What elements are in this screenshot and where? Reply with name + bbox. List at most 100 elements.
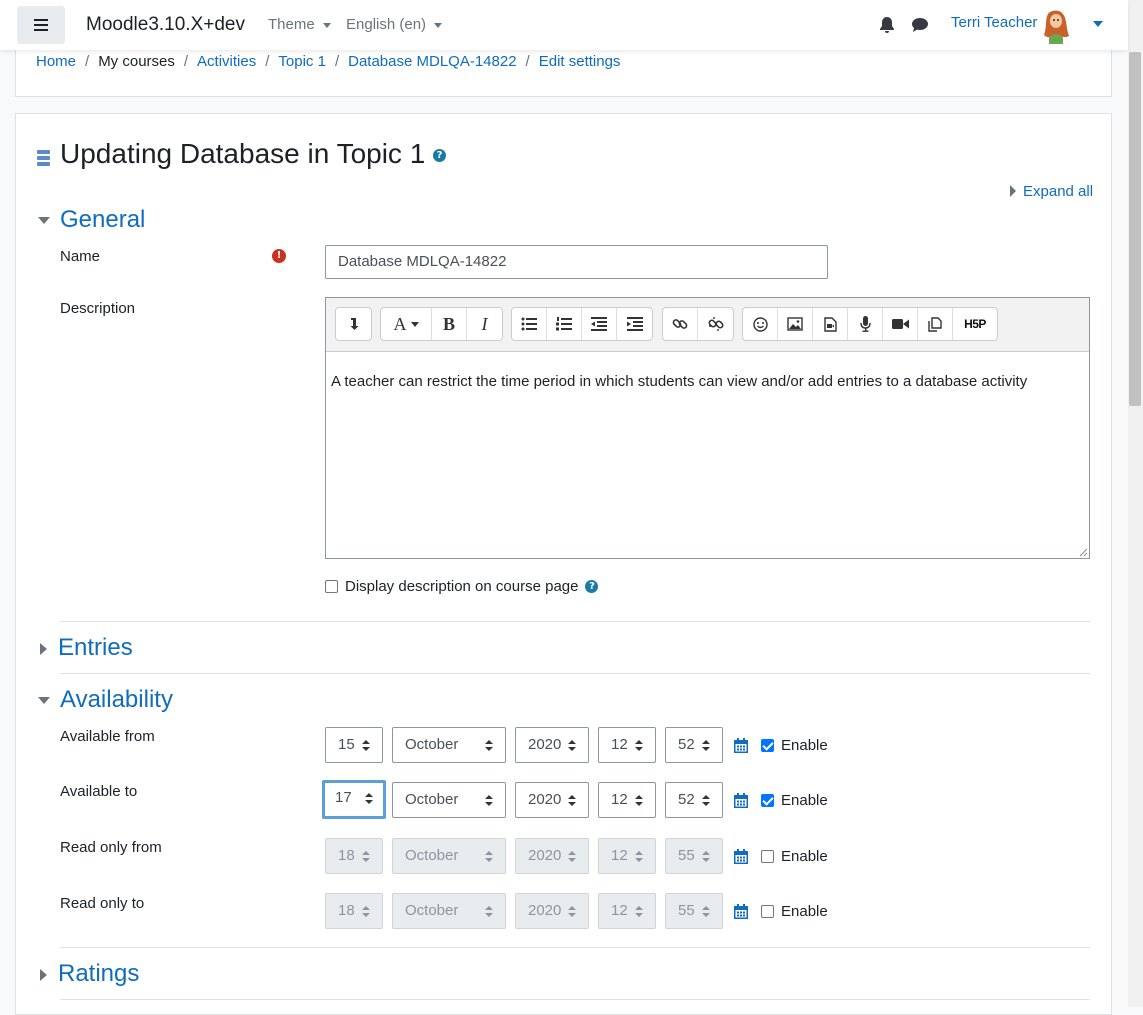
- select-arrows-icon: [362, 906, 370, 917]
- section-availability-toggle[interactable]: Availability: [38, 686, 173, 714]
- video-camera-icon: [891, 319, 909, 329]
- available-from-hour-select[interactable]: 12: [598, 727, 656, 763]
- calendar-icon[interactable]: [734, 738, 748, 753]
- toolbar-group-collapse: [335, 307, 372, 341]
- page-title: Updating Database in Topic 1 ?: [60, 138, 447, 170]
- link-button[interactable]: [663, 308, 698, 340]
- indent-button[interactable]: [617, 308, 652, 340]
- caret-down-icon: [434, 22, 443, 28]
- select-arrows-icon: [568, 740, 576, 751]
- resize-handle-icon[interactable]: [1078, 547, 1088, 557]
- language-menu[interactable]: English (en): [346, 16, 443, 33]
- display-description-checkbox[interactable]: [325, 580, 338, 593]
- breadcrumb-edit-settings[interactable]: Edit settings: [539, 53, 621, 70]
- display-description-label: Display description on course page: [345, 578, 579, 595]
- select-arrows-icon: [485, 740, 493, 751]
- read-only-to-enable[interactable]: Enable: [761, 903, 828, 920]
- user-avatar[interactable]: [1038, 8, 1074, 44]
- calendar-icon[interactable]: [734, 793, 748, 808]
- breadcrumb-topic[interactable]: Topic 1: [278, 53, 326, 70]
- divider: [60, 673, 1090, 674]
- menu-toggle-button[interactable]: [17, 6, 65, 44]
- caret-down-icon: [38, 217, 50, 225]
- bold-button[interactable]: B: [432, 308, 467, 340]
- select-arrows-icon: [568, 851, 576, 862]
- read-only-to-label: Read only to: [60, 895, 145, 912]
- messages-icon[interactable]: [911, 17, 929, 33]
- available-from-month-select[interactable]: October: [392, 727, 506, 763]
- description-editor: A B I H5P A teacher can restrict the tim…: [325, 297, 1090, 559]
- hamburger-icon: [34, 24, 48, 26]
- read-only-from-minute-select: 55: [665, 838, 723, 874]
- select-arrows-icon: [485, 906, 493, 917]
- available-to-label: Available to: [60, 783, 138, 800]
- breadcrumb-activities[interactable]: Activities: [197, 53, 256, 70]
- unordered-list-button[interactable]: [512, 308, 547, 340]
- italic-button[interactable]: I: [467, 308, 502, 340]
- available-to-enable[interactable]: Enable: [761, 792, 828, 809]
- image-button[interactable]: [778, 308, 813, 340]
- read-only-from-enable-checkbox[interactable]: [761, 850, 774, 863]
- display-description-checkbox-row[interactable]: Display description on course page ?: [325, 578, 599, 595]
- select-arrows-icon: [485, 851, 493, 862]
- select-arrows-icon: [635, 906, 643, 917]
- user-menu-caret-icon[interactable]: [1093, 21, 1103, 27]
- calendar-icon[interactable]: [734, 849, 748, 864]
- available-from-enable-checkbox[interactable]: [761, 739, 774, 752]
- available-to-hour-select[interactable]: 12: [598, 782, 656, 818]
- name-input[interactable]: Database MDLQA-14822: [325, 245, 828, 279]
- theme-menu[interactable]: Theme: [268, 16, 331, 33]
- read-only-to-year-select: 2020: [515, 893, 589, 929]
- section-general-toggle[interactable]: General: [38, 206, 145, 234]
- show-more-buttons[interactable]: [336, 308, 371, 340]
- site-name[interactable]: Moodle3.10.X+dev: [86, 14, 245, 36]
- toolbar-group-links: [662, 307, 734, 341]
- unlink-button[interactable]: [698, 308, 733, 340]
- ordered-list-button[interactable]: [547, 308, 582, 340]
- description-content[interactable]: A teacher can restrict the time period i…: [331, 373, 1027, 390]
- read-only-from-month-select: October: [392, 838, 506, 874]
- available-from-day-select[interactable]: 15: [325, 727, 383, 763]
- select-arrows-icon: [702, 851, 710, 862]
- scrollbar-thumb[interactable]: [1129, 52, 1141, 406]
- read-only-to-enable-checkbox[interactable]: [761, 905, 774, 918]
- breadcrumb-database[interactable]: Database MDLQA-14822: [348, 53, 516, 70]
- notification-bell-icon[interactable]: [879, 16, 895, 33]
- select-arrows-icon: [702, 906, 710, 917]
- available-to-year-select[interactable]: 2020: [515, 782, 589, 818]
- breadcrumb-home[interactable]: Home: [36, 53, 76, 70]
- read-only-from-enable[interactable]: Enable: [761, 848, 828, 865]
- select-arrows-icon: [635, 851, 643, 862]
- section-ratings-toggle[interactable]: Ratings: [38, 960, 139, 988]
- available-to-month-select[interactable]: October: [392, 782, 506, 818]
- outdent-button[interactable]: [582, 308, 617, 340]
- expand-all-link[interactable]: Expand all: [1010, 183, 1093, 200]
- media-button[interactable]: [813, 308, 848, 340]
- image-icon: [787, 317, 803, 331]
- emoji-button[interactable]: [743, 308, 778, 340]
- page-scrollbar[interactable]: [1128, 0, 1143, 1007]
- user-name[interactable]: Terri Teacher: [951, 14, 1037, 31]
- help-icon[interactable]: ?: [433, 149, 447, 163]
- available-from-year-select[interactable]: 2020: [515, 727, 589, 763]
- description-label: Description: [60, 300, 136, 317]
- read-only-to-minute-select: 55: [665, 893, 723, 929]
- available-to-day-select[interactable]: 17: [322, 780, 386, 819]
- available-to-enable-checkbox[interactable]: [761, 794, 774, 807]
- available-from-enable[interactable]: Enable: [761, 737, 828, 754]
- help-icon[interactable]: ?: [585, 580, 599, 593]
- calendar-icon[interactable]: [734, 904, 748, 919]
- required-icon: !: [272, 249, 286, 263]
- section-entries-toggle[interactable]: Entries: [38, 634, 133, 662]
- available-to-minute-select[interactable]: 52: [665, 782, 723, 818]
- available-from-minute-select[interactable]: 52: [665, 727, 723, 763]
- numbered-list-icon: [556, 317, 572, 331]
- toolbar-group-style: A B I: [380, 307, 503, 341]
- record-video-button[interactable]: [883, 308, 918, 340]
- file-video-icon: [823, 316, 837, 332]
- record-audio-button[interactable]: [848, 308, 883, 340]
- h5p-button[interactable]: H5P: [953, 308, 997, 340]
- divider: [60, 621, 1090, 622]
- font-style-button[interactable]: A: [381, 308, 432, 340]
- manage-files-button[interactable]: [918, 308, 953, 340]
